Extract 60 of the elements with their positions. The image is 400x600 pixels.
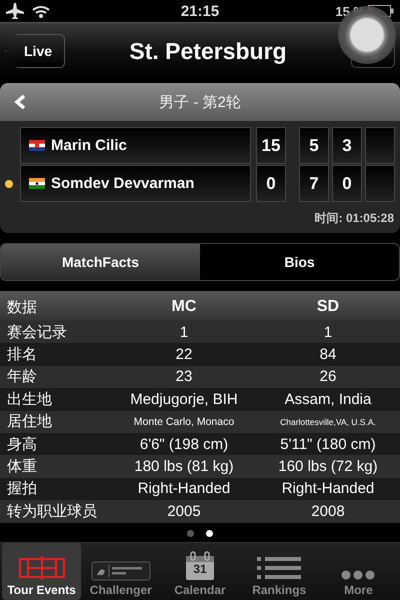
page-title: St. Petersburg bbox=[128, 38, 288, 64]
point-score: 15 bbox=[256, 127, 286, 164]
more-icon bbox=[340, 569, 376, 581]
list-icon bbox=[257, 555, 302, 581]
table-cell-text: Medjugorje, BIH bbox=[129, 390, 239, 408]
court-icon bbox=[18, 555, 66, 581]
player-name: Somdev Devvarman bbox=[20, 165, 251, 202]
stat-label: 握拍 bbox=[6, 479, 38, 498]
page-dot[interactable] bbox=[187, 530, 194, 538]
back-button[interactable]: Live bbox=[5, 34, 66, 68]
table-cell-text: Right-Handed bbox=[136, 480, 232, 498]
table-cell-text: 180 lbs (81 kg) bbox=[133, 458, 235, 476]
tab-bar-item[interactable]: Rankings bbox=[240, 543, 319, 600]
table-cell-text: 6'6" (198 cm) bbox=[138, 436, 230, 453]
tab-bar-item[interactable]: 31 Calendar bbox=[160, 543, 240, 600]
column-header: 数据 bbox=[6, 298, 38, 316]
table-cell-text: 1 bbox=[322, 324, 334, 341]
stat-label: 体重 bbox=[6, 457, 38, 476]
set-score: 0 bbox=[332, 165, 362, 202]
round-title: 男子 - 第2轮 bbox=[159, 92, 241, 112]
column-header: SD bbox=[316, 298, 340, 316]
player-name: Marin Cilic bbox=[20, 127, 251, 164]
stat-label: 年龄 bbox=[6, 367, 38, 386]
page-dot[interactable] bbox=[206, 530, 213, 538]
tab-bar-item[interactable]: Challenger bbox=[81, 543, 160, 600]
point-score: 0 bbox=[256, 165, 286, 202]
table-cell-text: Monte Carlo, Monaco bbox=[132, 416, 236, 428]
stat-label: 排名 bbox=[6, 345, 38, 364]
table-cell-text: 1 bbox=[178, 324, 190, 341]
tab-bar-item[interactable]: Tour Events bbox=[2, 543, 82, 600]
table-cell-text: 22 bbox=[174, 346, 194, 364]
tab-bar-item[interactable]: More bbox=[318, 543, 398, 600]
stat-label: 赛会记录 bbox=[6, 322, 68, 342]
set-score: 7 bbox=[299, 165, 329, 202]
stat-label: 转为职业球员 bbox=[6, 502, 98, 521]
stat-label: 出生地 bbox=[6, 390, 53, 409]
table-cell-text: Right-Handed bbox=[280, 480, 376, 498]
back-chevron-button[interactable] bbox=[14, 94, 26, 110]
flag-icon bbox=[29, 178, 45, 189]
table-cell-text: Assam, India bbox=[284, 390, 372, 408]
stat-label: 居住地 bbox=[6, 412, 53, 432]
match-time: 时间: 01:05:28 bbox=[314, 210, 395, 227]
set-score: 3 bbox=[332, 127, 362, 164]
status-time: 21:15 bbox=[180, 2, 220, 20]
table-cell-text: 26 bbox=[318, 368, 338, 386]
table-cell-text: 23 bbox=[174, 368, 194, 386]
table-cell-text: 5'11" (180 cm) bbox=[279, 436, 377, 453]
table-cell-text: 2008 bbox=[310, 502, 346, 520]
stat-label: 身高 bbox=[6, 434, 38, 454]
wifi-icon bbox=[32, 4, 50, 18]
table-cell-text: 160 lbs (72 kg) bbox=[277, 458, 379, 476]
table-cell-text: 2005 bbox=[166, 502, 202, 520]
column-header: MC bbox=[170, 298, 198, 316]
flag-icon bbox=[29, 140, 45, 151]
table-cell-text: 84 bbox=[318, 346, 338, 364]
airplane-icon bbox=[6, 3, 24, 19]
logo-icon bbox=[90, 561, 151, 581]
tab[interactable]: MatchFacts bbox=[1, 244, 200, 280]
table-cell-text: Charlottesville,VA, U.S.A. bbox=[279, 416, 377, 427]
set-score: 5 bbox=[299, 127, 329, 164]
